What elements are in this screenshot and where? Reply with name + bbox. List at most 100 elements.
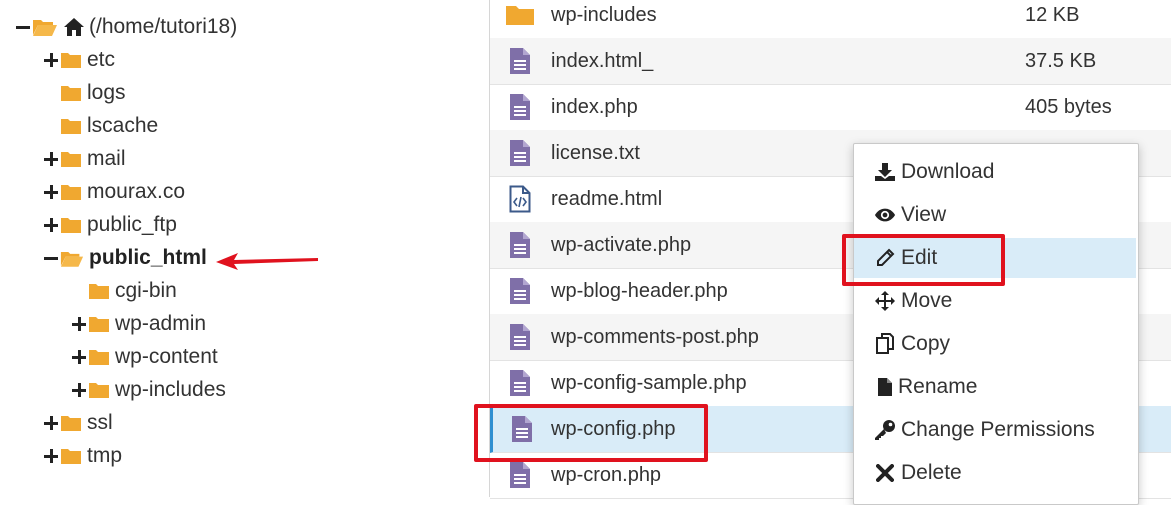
file-icon — [490, 277, 550, 305]
file-icon — [490, 93, 550, 121]
folder-icon — [60, 150, 82, 168]
menu-item-change-permissions[interactable]: Change Permissions — [854, 410, 1136, 450]
collapse-icon[interactable] — [16, 20, 30, 34]
context-menu: Download View Edit Move Copy Rename Chan… — [853, 143, 1139, 505]
tree-item-label: tmp — [87, 444, 123, 467]
folder-icon — [88, 315, 110, 333]
folder-icon — [88, 282, 110, 300]
tree-item-wp-admin[interactable]: wp-admin — [72, 310, 206, 338]
folder-open-icon — [60, 249, 84, 268]
tree-item-public-ftp[interactable]: public_ftp — [44, 211, 177, 239]
tree-item-ssl[interactable]: ssl — [44, 409, 113, 437]
expand-icon[interactable] — [44, 218, 58, 232]
tree-item-label: wp-content — [115, 345, 218, 368]
rename-icon — [874, 377, 896, 397]
tree-item-label: cgi-bin — [115, 279, 177, 302]
folder-icon — [60, 447, 82, 465]
folder-icon — [490, 4, 550, 26]
download-icon — [874, 162, 896, 182]
tree-item-label: public_ftp — [87, 213, 177, 236]
tree-item-label: wp-includes — [115, 378, 226, 401]
menu-item-label: Rename — [898, 375, 978, 398]
file-name: index.php — [551, 95, 638, 118]
file-name: readme.html — [551, 187, 663, 210]
folder-icon — [60, 216, 82, 234]
eye-icon — [874, 207, 896, 223]
file-size: 12 KB — [1025, 3, 1080, 26]
file-row[interactable]: index.html_ 37.5 KB — [490, 38, 1171, 85]
menu-item-copy[interactable]: Copy — [854, 324, 1136, 364]
annotation-arrow-icon — [216, 253, 318, 270]
file-name: wp-comments-post.php — [551, 325, 759, 348]
tree-root-label: (/home/tutori18) — [89, 15, 238, 38]
file-name: wp-config-sample.php — [551, 371, 747, 394]
expand-icon[interactable] — [44, 53, 58, 67]
file-name: wp-blog-header.php — [551, 279, 728, 302]
file-icon — [490, 369, 550, 397]
tree-item-tmp[interactable]: tmp — [44, 442, 122, 470]
tree-item-lscache[interactable]: lscache — [44, 112, 158, 140]
folder-icon — [60, 183, 82, 201]
tree-item-label: public_html — [89, 246, 207, 269]
file-row[interactable]: index.php 405 bytes — [490, 84, 1171, 131]
annotation-highlight-box — [842, 234, 1005, 286]
file-icon — [490, 461, 550, 489]
collapse-icon[interactable] — [44, 251, 58, 265]
menu-item-label: View — [901, 203, 947, 226]
annotation-highlight-box — [474, 404, 708, 462]
expand-icon[interactable] — [44, 185, 58, 199]
key-icon — [874, 419, 896, 441]
folder-icon — [60, 84, 82, 102]
tree-item-wp-content[interactable]: wp-content — [72, 343, 218, 371]
tree-item-cgi-bin[interactable]: cgi-bin — [72, 277, 177, 305]
tree-item-etc[interactable]: etc — [44, 46, 115, 74]
file-name: index.html_ — [551, 49, 654, 72]
file-name: wp-includes — [551, 3, 657, 26]
folder-icon — [60, 414, 82, 432]
file-row[interactable]: wp-includes 12 KB — [490, 0, 1171, 39]
file-icon — [490, 47, 550, 75]
tree-item-label: wp-admin — [115, 312, 207, 335]
expand-icon[interactable] — [72, 350, 86, 364]
delete-icon — [874, 464, 896, 482]
tree-item-public-html[interactable]: public_html — [44, 244, 207, 272]
menu-item-rename[interactable]: Rename — [854, 367, 1136, 407]
menu-item-label: Copy — [901, 332, 951, 355]
menu-item-label: Delete — [901, 461, 962, 484]
expand-icon[interactable] — [44, 449, 58, 463]
tree-item-mail[interactable]: mail — [44, 145, 126, 173]
menu-item-label: Move — [901, 289, 953, 312]
folder-icon — [60, 51, 82, 69]
expand-icon[interactable] — [44, 152, 58, 166]
folder-open-icon — [32, 17, 58, 37]
directory-tree: (/home/tutori18) etc logs lscache mail m… — [0, 0, 470, 497]
folder-icon — [88, 348, 110, 366]
menu-item-label: Download — [901, 160, 995, 183]
file-name: wp-activate.php — [551, 233, 692, 256]
tree-item-label: mourax.co — [87, 180, 186, 203]
tree-item-wp-includes[interactable]: wp-includes — [72, 376, 226, 404]
tree-item-mourax[interactable]: mourax.co — [44, 178, 185, 206]
tree-item-label: mail — [87, 147, 126, 170]
file-icon — [490, 231, 550, 259]
menu-item-label: Change Permissions — [901, 418, 1095, 441]
expand-icon[interactable] — [44, 416, 58, 430]
menu-item-view[interactable]: View — [854, 195, 1136, 235]
tree-item-label: lscache — [87, 114, 159, 137]
expand-icon[interactable] — [72, 383, 86, 397]
file-icon — [490, 323, 550, 351]
menu-item-delete[interactable]: Delete — [854, 453, 1136, 493]
menu-item-download[interactable]: Download — [854, 152, 1136, 192]
code-file-icon — [490, 185, 550, 213]
file-size: 405 bytes — [1025, 95, 1112, 118]
file-icon — [490, 139, 550, 167]
move-icon — [874, 291, 896, 311]
folder-icon — [60, 117, 82, 135]
copy-icon — [874, 333, 896, 355]
tree-item-label: logs — [87, 81, 126, 104]
menu-item-move[interactable]: Move — [854, 281, 1136, 321]
tree-item-logs[interactable]: logs — [44, 79, 126, 107]
tree-root[interactable]: (/home/tutori18) — [16, 13, 237, 41]
expand-icon[interactable] — [72, 317, 86, 331]
file-name: license.txt — [551, 141, 640, 164]
